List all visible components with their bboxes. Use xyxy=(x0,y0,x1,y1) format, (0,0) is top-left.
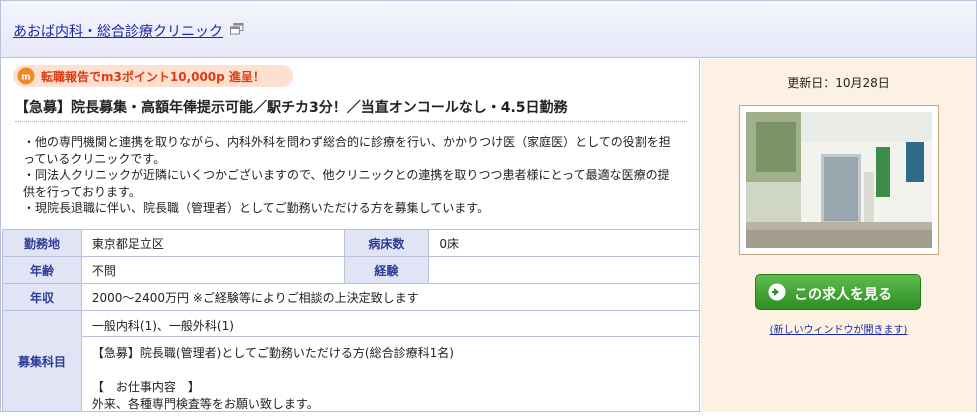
beds-label: 病床数 xyxy=(343,229,430,257)
arrow-right-circle-icon xyxy=(768,283,786,301)
updated-date: 更新日：10月28日 xyxy=(787,76,890,90)
new-window-note[interactable]: (新しいウィンドウが開きます) xyxy=(701,321,976,336)
description-line: ・他の専門機関と連携を取りながら、内科外科を問わず総合的に診療を行い、かかりつけ… xyxy=(23,135,671,166)
description-line: ・同法人クリニックが近隣にいくつかございますので、他クリニックとの連携を取りつつ… xyxy=(23,168,670,199)
external-window-icon[interactable] xyxy=(230,23,244,35)
view-job-label: この求人を見る xyxy=(794,287,892,303)
specialty-label: 募集科目 xyxy=(2,310,82,412)
detail-line: 外来、各種専門検査等をお願い致します。 xyxy=(91,397,319,411)
detail-line: 【 お仕事内容 】 xyxy=(91,380,200,394)
specialty-cell: 一般内科(1)、一般外科(1) 【急募】院長職(管理者)としてご勤務いただける方… xyxy=(80,310,701,412)
location-label: 勤務地 xyxy=(2,229,82,257)
beds-value: 0床 xyxy=(428,229,700,257)
card-header: あおば内科・総合診療クリニック xyxy=(1,1,976,58)
salary-value: 2000～2400万円 ※ご経験等によりご相談の上決定致します xyxy=(80,283,701,311)
view-job-button[interactable]: この求人を見る xyxy=(755,274,921,310)
job-details: m 転職報告でm3ポイント10,000p 進呈！ 【急募】院長募集・高額年俸提示… xyxy=(1,59,701,412)
svg-text:m: m xyxy=(21,73,30,83)
job-card: あおば内科・総合診療クリニック m 転職報告でm3ポイント10,000p 進呈！… xyxy=(0,0,977,412)
promo-text: 転職報告でm3ポイント10,000p 進呈！ xyxy=(41,70,265,84)
divider xyxy=(15,121,687,122)
job-title: 【急募】院長募集・高額年俸提示可能／駅チカ3分！／当直オンコールなし・4.5日勤… xyxy=(15,100,568,116)
clinic-photo-frame xyxy=(739,105,939,255)
detail-line: 【急募】院長職(管理者)としてご勤務いただける方(総合診療科1名) xyxy=(91,346,454,360)
experience-value xyxy=(428,256,700,284)
job-sidebar: 更新日：10月28日 この求人を見る (新しいウィンドウが開きます) xyxy=(701,59,976,412)
age-value: 不問 xyxy=(80,256,345,284)
description-line: ・現院長退職に伴い、院長職（管理者）としてご勤務いただける方を募集しています。 xyxy=(23,201,490,215)
clinic-building-photo xyxy=(746,112,932,248)
experience-label: 経験 xyxy=(343,256,430,284)
m3-icon: m xyxy=(17,67,35,85)
location-value: 東京都足立区 xyxy=(80,229,345,257)
specialty-details: 【急募】院長職(管理者)としてご勤務いただける方(総合診療科1名) 【 お仕事内… xyxy=(82,338,699,420)
job-description: ・他の専門機関と連携を取りながら、内科外科を問わず総合的に診療を行い、かかりつけ… xyxy=(23,134,679,217)
salary-label: 年収 xyxy=(2,283,82,311)
age-label: 年齢 xyxy=(2,256,82,284)
specialty-value: 一般内科(1)、一般外科(1) xyxy=(81,311,699,337)
promo-banner: m 転職報告でm3ポイント10,000p 進呈！ xyxy=(13,65,293,87)
job-info-table: 勤務地 東京都足立区 病床数 0床 年齢 不問 経験 年収 2000～2400万… xyxy=(2,229,701,412)
clinic-name-link[interactable]: あおば内科・総合診療クリニック xyxy=(13,21,223,41)
